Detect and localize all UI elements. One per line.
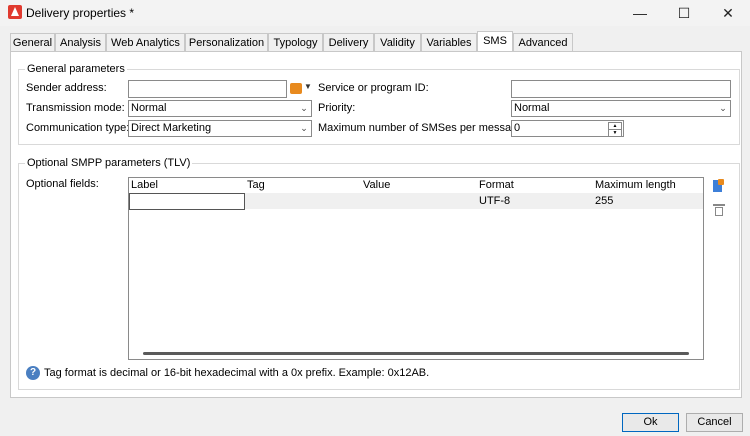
- priority-value: Normal: [514, 102, 550, 114]
- max-sms-label: Maximum number of SMSes per message:: [318, 122, 527, 134]
- ok-button[interactable]: Ok: [622, 413, 679, 432]
- tab-delivery[interactable]: Delivery: [323, 33, 374, 51]
- format-cell[interactable]: UTF-8: [477, 193, 510, 209]
- label-cell-editor[interactable]: [129, 193, 245, 210]
- tag-cell[interactable]: [245, 193, 247, 209]
- max-sms-value: 0: [514, 122, 521, 134]
- chevron-down-icon: ⌄: [300, 103, 308, 113]
- column-header-max-length[interactable]: Maximum length: [593, 178, 676, 193]
- app-logo-icon: [8, 5, 22, 19]
- tab-typology[interactable]: Typology: [268, 33, 323, 51]
- address-picker-icon[interactable]: [290, 83, 302, 94]
- priority-label: Priority:: [318, 102, 356, 114]
- cancel-button[interactable]: Cancel: [686, 413, 743, 432]
- horizontal-scrollbar[interactable]: [143, 352, 689, 355]
- tab-advanced[interactable]: Advanced: [513, 33, 573, 51]
- priority-select[interactable]: Normal ⌄: [511, 100, 731, 117]
- title-bar: Delivery properties * — ☐ ✕: [0, 0, 750, 26]
- tab-sms[interactable]: SMS: [477, 31, 513, 52]
- value-cell[interactable]: [361, 193, 363, 209]
- communication-type-label: Communication type:: [26, 122, 130, 134]
- add-field-icon[interactable]: [713, 179, 724, 193]
- trash-icon[interactable]: [713, 203, 725, 217]
- close-button[interactable]: ✕: [706, 0, 750, 26]
- sender-address-input[interactable]: [128, 80, 287, 98]
- window-title: Delivery properties *: [26, 6, 135, 20]
- column-header-value[interactable]: Value: [361, 178, 390, 193]
- transmission-mode-select[interactable]: Normal ⌄: [128, 100, 312, 117]
- optional-fields-table: Label Tag Value Format Maximum length UT…: [128, 177, 704, 360]
- tab-variables[interactable]: Variables: [421, 33, 477, 51]
- tab-web-analytics[interactable]: Web Analytics: [106, 33, 185, 51]
- sender-address-label: Sender address:: [26, 82, 107, 94]
- optional-fields-label: Optional fields:: [26, 178, 99, 190]
- column-header-tag[interactable]: Tag: [245, 178, 265, 193]
- table-row[interactable]: UTF-8 255: [129, 193, 703, 210]
- column-header-format[interactable]: Format: [477, 178, 514, 193]
- help-text: Tag format is decimal or 16-bit hexadeci…: [44, 367, 430, 379]
- minimize-button[interactable]: —: [618, 0, 662, 26]
- tab-analysis[interactable]: Analysis: [55, 33, 106, 51]
- group-title-smpp: Optional SMPP parameters (TLV): [25, 157, 193, 169]
- max-length-cell[interactable]: 255: [593, 193, 613, 209]
- chevron-down-icon: ⌄: [300, 123, 308, 133]
- communication-type-value: Direct Marketing: [131, 122, 212, 134]
- chevron-down-icon: ⌄: [719, 103, 727, 113]
- transmission-mode-value: Normal: [131, 102, 167, 114]
- tab-general[interactable]: General: [10, 33, 55, 51]
- max-sms-stepper[interactable]: 0 ▲ ▼: [511, 120, 624, 137]
- transmission-mode-label: Transmission mode:: [26, 102, 125, 114]
- communication-type-select[interactable]: Direct Marketing ⌄: [128, 120, 312, 137]
- service-id-input[interactable]: [511, 80, 731, 98]
- group-title-general: General parameters: [25, 63, 127, 75]
- stepper-down-icon[interactable]: ▼: [608, 129, 622, 137]
- help-icon: ?: [26, 366, 40, 380]
- tab-personalization[interactable]: Personalization: [185, 33, 268, 51]
- tab-validity[interactable]: Validity: [374, 33, 421, 51]
- service-id-label: Service or program ID:: [318, 82, 429, 94]
- column-header-label[interactable]: Label: [129, 178, 158, 193]
- maximize-button[interactable]: ☐: [662, 0, 706, 26]
- chevron-down-icon[interactable]: ▼: [304, 82, 312, 91]
